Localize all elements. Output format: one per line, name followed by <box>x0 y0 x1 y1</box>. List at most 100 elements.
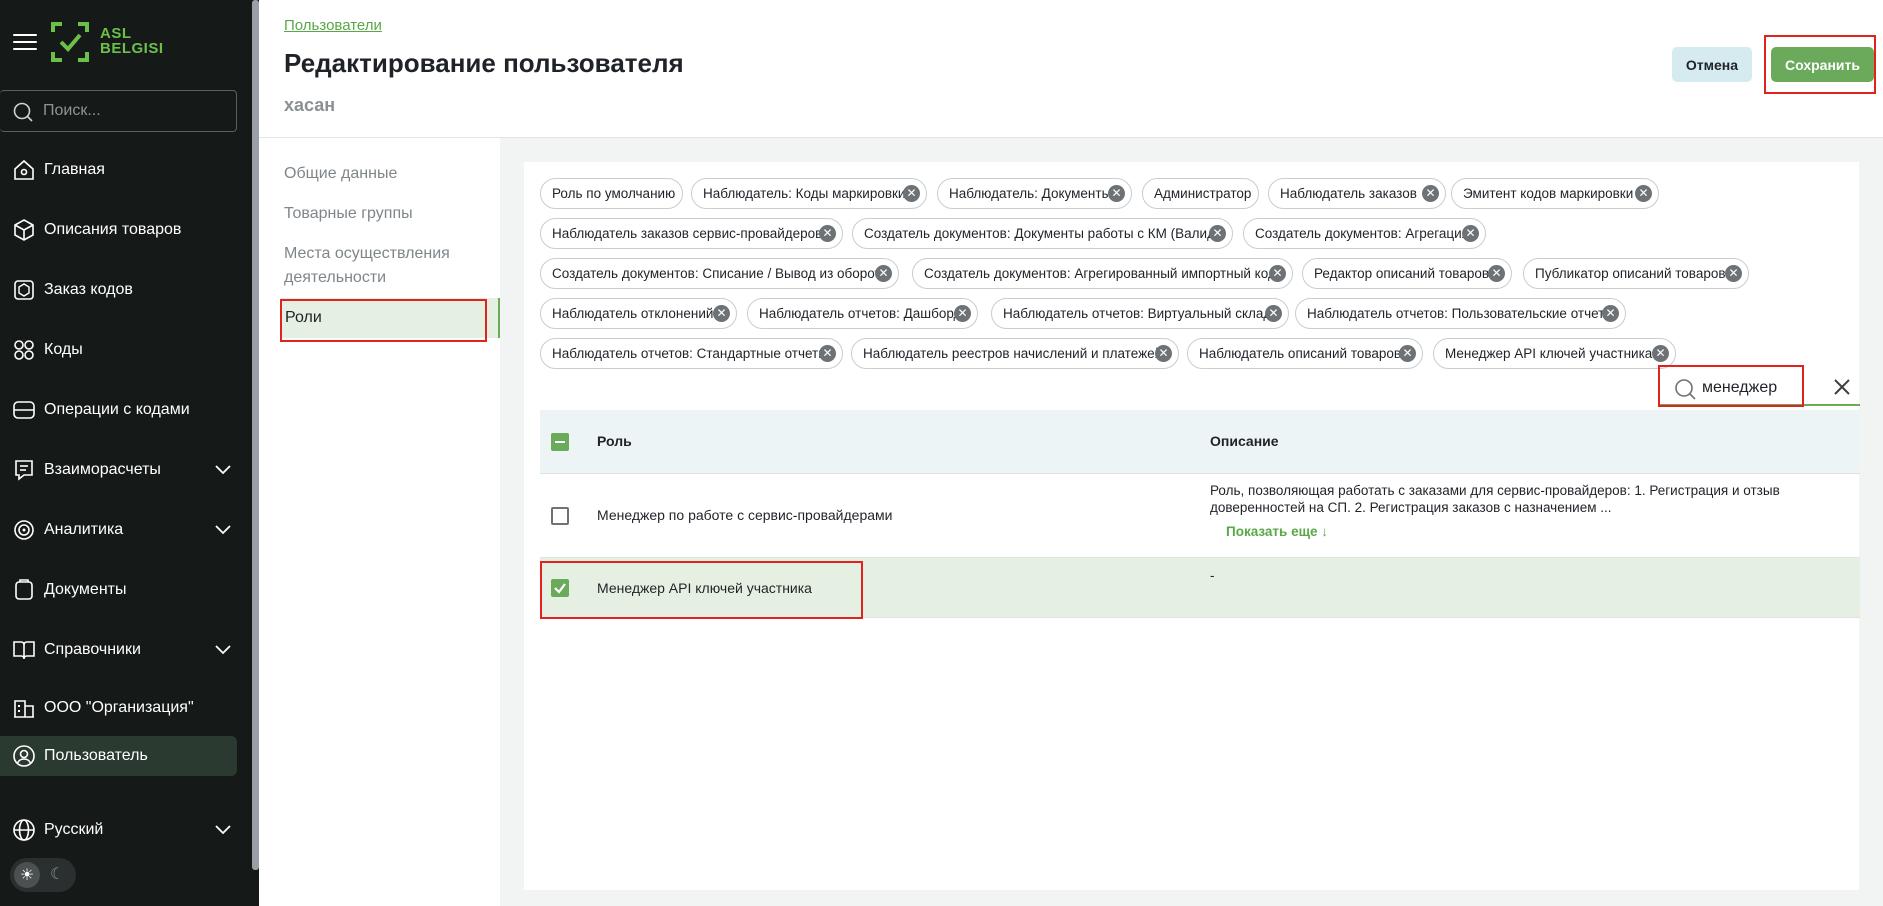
search-icon <box>13 102 33 122</box>
remove-chip-icon[interactable]: ✕ <box>903 185 920 202</box>
close-icon[interactable] <box>1831 376 1853 398</box>
table-row[interactable]: Менеджер API ключей участника - <box>540 558 1860 618</box>
logo[interactable]: ASL BELGISI <box>50 20 163 66</box>
remove-chip-icon[interactable]: ✕ <box>1652 345 1669 362</box>
cancel-button[interactable]: Отмена <box>1672 47 1752 82</box>
role-name: Менеджер API ключей участника <box>597 580 812 596</box>
remove-chip-icon[interactable]: ✕ <box>1635 185 1652 202</box>
remove-chip-icon[interactable]: ✕ <box>1725 265 1742 282</box>
remove-chip-icon[interactable]: ✕ <box>819 225 836 242</box>
tab-general[interactable]: Общие данные <box>284 162 397 186</box>
sidebar-item-analytics[interactable]: Аналитика <box>0 510 237 550</box>
breadcrumb-users[interactable]: Пользователи <box>284 17 382 34</box>
tab-locations-line1: Места осуществления <box>284 245 450 262</box>
receipt-icon <box>10 456 38 484</box>
sidebar-item-label: Взаиморасчеты <box>44 461 161 478</box>
search-icon <box>1675 379 1696 400</box>
remove-chip-icon[interactable]: ✕ <box>1462 225 1479 242</box>
role-description: - <box>1210 568 1215 583</box>
remove-chip-icon[interactable]: ✕ <box>1155 345 1172 362</box>
sidebar-item-home[interactable]: Главная <box>0 150 237 190</box>
sidebar-item-label: Справочники <box>44 641 141 658</box>
logo-icon <box>51 22 89 62</box>
sidebar-item-code-orders[interactable]: Заказ кодов <box>0 270 237 310</box>
tab-locations-line2: деятельности <box>284 269 387 286</box>
role-chip: Наблюдатель заказов ✕ <box>1268 178 1446 209</box>
sidebar-item-settlements[interactable]: Взаиморасчеты <box>0 450 237 490</box>
sidebar-item-code-operations[interactable]: Операции с кодами <box>0 390 237 430</box>
remove-chip-icon[interactable]: ✕ <box>1602 305 1619 322</box>
sidebar-item-label: ООО "Организация" <box>44 699 194 716</box>
chevron-down-icon[interactable] <box>213 641 233 659</box>
remove-chip-icon[interactable]: ✕ <box>954 305 971 322</box>
sidebar-scrollbar[interactable] <box>252 0 259 870</box>
sidebar-item-label: Русский <box>44 821 104 838</box>
role-chip-label: Наблюдатель отчетов: Пользовательские от… <box>1307 306 1615 321</box>
remove-chip-icon[interactable]: ✕ <box>1265 305 1282 322</box>
remove-chip-icon[interactable]: ✕ <box>1399 345 1416 362</box>
role-chip: Наблюдатель отклонений ✕ <box>540 298 737 329</box>
sidebar-item-documents[interactable]: Документы <box>0 570 237 610</box>
role-chip-label: Создатель документов: Списание / Вывод и… <box>552 266 889 281</box>
role-chip-label: Администратор <box>1154 186 1252 201</box>
box-icon <box>10 216 38 244</box>
tab-roles[interactable]: Роли <box>281 298 500 338</box>
role-chip-label: Редактор описаний товаров <box>1314 266 1490 281</box>
remove-chip-icon[interactable]: ✕ <box>713 305 730 322</box>
remove-chip-icon[interactable]: ✕ <box>1108 185 1125 202</box>
save-button[interactable]: Сохранить <box>1771 47 1874 82</box>
remove-chip-icon[interactable]: ✕ <box>1488 265 1505 282</box>
home-icon <box>10 156 38 184</box>
sidebar-search-input[interactable]: Поиск... <box>0 90 237 132</box>
chevron-down-icon[interactable] <box>213 821 233 839</box>
section-tabs: Общие данные Товарные группы Места осуще… <box>259 138 500 906</box>
role-search-input[interactable] <box>1702 377 1822 399</box>
globe-icon <box>10 816 38 844</box>
role-chip-label: Наблюдатель отчетов: Виртуальный склад <box>1003 306 1272 321</box>
role-chip: Создатель документов: Списание / Вывод и… <box>540 258 899 289</box>
documents-icon <box>10 576 38 604</box>
show-more-link[interactable]: Показать еще ↓ <box>1226 524 1328 539</box>
remove-chip-icon[interactable]: ✕ <box>1209 225 1226 242</box>
tab-product-groups[interactable]: Товарные группы <box>284 202 413 226</box>
tab-locations[interactable]: Места осуществления деятельности <box>284 242 450 290</box>
row-checkbox[interactable] <box>551 579 569 597</box>
sidebar-item-label: Пользователь <box>44 747 148 764</box>
role-chip: Наблюдатель отчетов: Пользовательские от… <box>1295 298 1626 329</box>
role-chip-label: Менеджер API ключей участника <box>1445 346 1653 361</box>
sidebar-item-label: Аналитика <box>44 521 124 538</box>
book-icon <box>10 636 38 664</box>
chevron-down-icon[interactable] <box>213 521 233 539</box>
sidebar-item-label: Документы <box>44 581 127 598</box>
language-selector[interactable]: Русский <box>0 810 237 850</box>
role-chip-label: Наблюдатель заказов сервис-провайдеров <box>552 226 823 241</box>
sun-icon: ☀ <box>14 862 40 888</box>
remove-chip-icon[interactable]: ✕ <box>1269 265 1286 282</box>
row-checkbox[interactable] <box>551 507 569 525</box>
remove-chip-icon[interactable]: ✕ <box>1422 185 1439 202</box>
sidebar-item-references[interactable]: Справочники <box>0 630 237 670</box>
sidebar-item-label: Описания товаров <box>44 221 182 238</box>
role-chip-label: Публикатор описаний товаров <box>1535 266 1726 281</box>
sidebar-item-label: Главная <box>44 161 105 178</box>
role-chip: Менеджер API ключей участника ✕ <box>1433 338 1676 369</box>
role-chip: Создатель документов: Агрегированный имп… <box>912 258 1293 289</box>
remove-chip-icon[interactable]: ✕ <box>819 345 836 362</box>
sidebar-item-user[interactable]: Пользователь <box>0 736 237 776</box>
sidebar-item-organization[interactable]: ООО "Организация" <box>0 688 237 728</box>
role-chip: Создатель документов: Агрегация ✕ <box>1243 218 1486 249</box>
table-row[interactable]: Менеджер по работе с сервис-провайдерами… <box>540 474 1860 558</box>
sidebar-item-product-descriptions[interactable]: Описания товаров <box>0 210 237 250</box>
sidebar-search-placeholder: Поиск... <box>43 102 101 119</box>
select-all-checkbox[interactable] <box>551 433 569 451</box>
analytics-icon <box>10 516 38 544</box>
chevron-down-icon[interactable] <box>213 461 233 479</box>
sidebar-item-codes[interactable]: Коды <box>0 330 237 370</box>
remove-chip-icon[interactable]: ✕ <box>875 265 892 282</box>
role-description: Роль, позволяющая работать с заказами дл… <box>1210 482 1830 516</box>
theme-toggle[interactable]: ☀ ☾ <box>10 858 76 892</box>
menu-icon[interactable] <box>13 34 37 52</box>
role-chip-label: Наблюдатель описаний товаров <box>1199 346 1402 361</box>
role-chip: Роль по умолчанию <box>540 178 683 209</box>
package-icon <box>10 276 38 304</box>
